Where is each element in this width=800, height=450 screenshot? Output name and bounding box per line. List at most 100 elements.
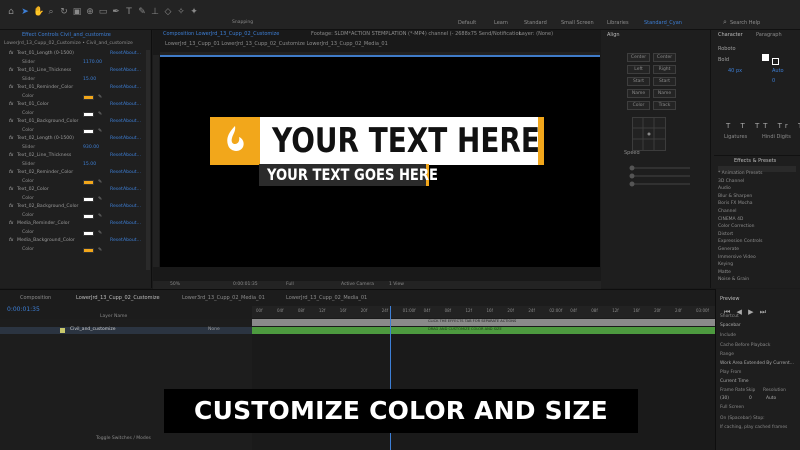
fx-toggle-icon[interactable]: fx: [9, 237, 13, 245]
reset-link[interactable]: Reset: [110, 135, 123, 143]
effects-category-item[interactable]: Generate: [718, 247, 739, 252]
reset-link[interactable]: Reset: [110, 152, 123, 160]
fx-toggle-icon[interactable]: fx: [9, 186, 13, 194]
about-link[interactable]: About...: [123, 50, 141, 58]
slider-value[interactable]: 930.00: [83, 144, 99, 152]
eyedropper-icon[interactable]: ✎: [98, 127, 102, 135]
effects-category-item[interactable]: Boris FX Mocha: [718, 201, 753, 206]
pan-behind-tool-icon[interactable]: ⊕: [85, 7, 95, 17]
effect-property-row[interactable]: fx Text_02_Length (0-1500) Reset About...: [0, 135, 152, 143]
effects-category-item[interactable]: * Animation Presets: [718, 171, 762, 176]
font-family-dropdown[interactable]: Roboto: [718, 46, 736, 52]
reset-link[interactable]: Reset: [110, 186, 123, 194]
effects-category-item[interactable]: Noise & Grain: [718, 277, 749, 282]
zoom-tool-icon[interactable]: ⌕: [46, 7, 56, 17]
color-swatch[interactable]: [83, 179, 94, 185]
camera-tool-icon[interactable]: ▣: [72, 7, 82, 17]
align-grid-button[interactable]: Center: [627, 53, 650, 62]
about-link[interactable]: About...: [123, 101, 141, 109]
effect-property-row[interactable]: Slider 1170.00: [0, 59, 152, 67]
shortcut-dropdown[interactable]: Spacebar: [720, 323, 741, 328]
resolution-dropdown[interactable]: Full: [286, 282, 294, 287]
view-dropdown[interactable]: 1 View: [389, 282, 404, 287]
color-swatch[interactable]: [83, 230, 94, 236]
effect-controls-scrollbar[interactable]: [146, 50, 150, 270]
effect-property-row[interactable]: fx Text_01_Line_Thickness Reset About...: [0, 67, 152, 75]
reset-link[interactable]: Reset: [110, 118, 123, 126]
effects-category-item[interactable]: 3D Channel: [718, 179, 744, 184]
eyedropper-icon[interactable]: ✎: [98, 110, 102, 118]
color-swatch[interactable]: [83, 213, 94, 219]
align-grid-button[interactable]: Start: [627, 77, 650, 86]
composition-tab[interactable]: Composition LowerJrd_13_Cupp_02_Customiz…: [163, 31, 279, 37]
resolution-dropdown-preview[interactable]: Auto: [766, 396, 776, 401]
effect-property-row[interactable]: Color ✎: [0, 127, 152, 135]
puppet-tool-icon[interactable]: ✦: [189, 7, 199, 17]
workspace-libraries[interactable]: Libraries: [607, 20, 629, 26]
align-grid-button[interactable]: Start: [653, 77, 676, 86]
camera-dropdown[interactable]: Active Camera: [341, 282, 374, 287]
effect-property-row[interactable]: Slider 930.00: [0, 144, 152, 152]
range-dropdown[interactable]: Work Area Extended By Current...: [720, 361, 794, 366]
effects-category-item[interactable]: Keying: [718, 262, 733, 267]
effect-property-row[interactable]: fx Text_01_Color Reset About...: [0, 101, 152, 109]
comp-timecode[interactable]: 0:00:01:35: [233, 282, 258, 287]
effect-property-row[interactable]: fx Media_Reminder_Color Reset About...: [0, 220, 152, 228]
slider-value[interactable]: 15.00: [83, 161, 96, 169]
effects-category-item[interactable]: Matte: [718, 270, 731, 275]
fx-toggle-icon[interactable]: fx: [9, 203, 13, 211]
eyedropper-icon[interactable]: ✎: [98, 212, 102, 220]
layer-label-color[interactable]: [60, 328, 65, 333]
align-tab[interactable]: Align: [607, 32, 620, 38]
eyedropper-icon[interactable]: ✎: [98, 178, 102, 186]
about-link[interactable]: About...: [123, 118, 141, 126]
about-link[interactable]: About...: [123, 135, 141, 143]
align-grid-button[interactable]: Track: [653, 101, 676, 110]
effects-category-item[interactable]: Color Correction: [718, 224, 754, 229]
effect-controls-tab[interactable]: Effect Controls Civil_and_customize: [22, 32, 111, 38]
snapping-toggle[interactable]: Snapping: [232, 20, 253, 25]
about-link[interactable]: About...: [123, 203, 141, 211]
rotate-tool-icon[interactable]: ↻: [59, 7, 69, 17]
effect-property-row[interactable]: Color ✎: [0, 178, 152, 186]
effect-property-row[interactable]: Slider 15.00: [0, 76, 152, 84]
effect-property-row[interactable]: fx Text_02_Reminder_Color Reset About...: [0, 169, 152, 177]
paragraph-tab[interactable]: Paragraph: [756, 32, 782, 38]
fx-toggle-icon[interactable]: fx: [9, 152, 13, 160]
selection-tool-icon[interactable]: ➤: [20, 7, 30, 17]
hand-tool-icon[interactable]: ✋: [33, 7, 44, 17]
effect-property-row[interactable]: Slider 15.00: [0, 161, 152, 169]
align-grid-button[interactable]: Color: [627, 101, 650, 110]
effect-property-row[interactable]: Color ✎: [0, 212, 152, 220]
toggle-switches-modes[interactable]: Toggle Switches / Modes: [96, 436, 151, 441]
pen-tool-icon[interactable]: ✒: [111, 7, 121, 17]
color-swatch[interactable]: [83, 128, 94, 134]
stroke-color-swatch[interactable]: [772, 58, 779, 65]
font-size-field[interactable]: 40 px: [728, 68, 742, 74]
reset-link[interactable]: Reset: [110, 169, 123, 177]
reset-link[interactable]: Reset: [110, 237, 123, 245]
skip-field[interactable]: 0: [749, 396, 752, 401]
brush-tool-icon[interactable]: ✎: [137, 7, 147, 17]
eyedropper-icon[interactable]: ✎: [98, 229, 102, 237]
align-grid-button[interactable]: Left: [627, 65, 650, 74]
workspace-small-screen[interactable]: Small Screen: [561, 20, 594, 26]
zoom-dropdown[interactable]: 50%: [170, 282, 180, 287]
align-grid-button[interactable]: Name: [627, 89, 650, 98]
font-style-dropdown[interactable]: Bold: [718, 57, 729, 63]
reset-link[interactable]: Reset: [110, 220, 123, 228]
effects-category-item[interactable]: Immersive Video: [718, 255, 756, 260]
effect-property-row[interactable]: Color ✎: [0, 229, 152, 237]
speed-sliders[interactable]: [620, 165, 695, 189]
effect-property-row[interactable]: Color ✎: [0, 110, 152, 118]
effect-property-row[interactable]: fx Media_Background_Color Reset About...: [0, 237, 152, 245]
workspace-standard[interactable]: Standard: [524, 20, 547, 26]
cache-checkbox[interactable]: Cache Before Playback: [720, 343, 770, 348]
lower-third-title-bar[interactable]: YOUR TEXT HERE: [210, 117, 544, 165]
slider-value[interactable]: 1170.00: [83, 59, 102, 67]
about-link[interactable]: About...: [123, 220, 141, 228]
time-ruler[interactable]: 00f 04f 08f 12f 16f 20f 24f 01:00f 04f 08f 12f 16f 2…: [252, 306, 715, 318]
type-tool-icon[interactable]: T: [124, 7, 134, 17]
full-screen-checkbox[interactable]: Full Screen: [720, 405, 744, 410]
fx-toggle-icon[interactable]: fx: [9, 67, 13, 75]
